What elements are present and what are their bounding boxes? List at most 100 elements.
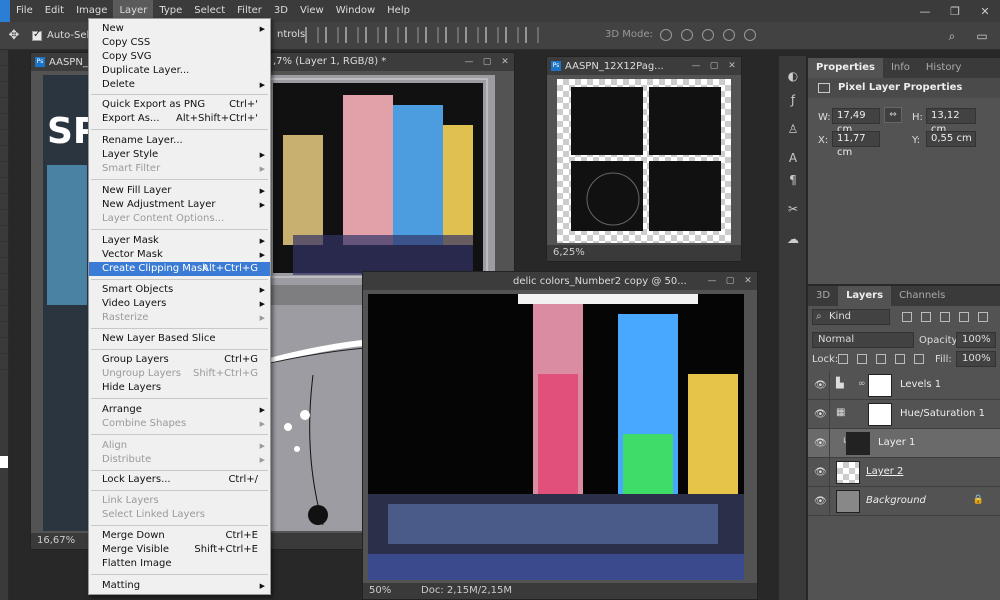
clone-source-icon[interactable]: ♙ [786, 122, 800, 136]
menu-edit[interactable]: Edit [39, 0, 70, 22]
filter-smart-object-icon[interactable] [978, 312, 988, 322]
menu-view[interactable]: View [294, 0, 330, 22]
menu-3d[interactable]: 3D [268, 0, 294, 22]
distribute-left-icon[interactable] [485, 27, 499, 43]
layer-row-layer-2[interactable]: 👁 Layer 2 [808, 458, 1000, 487]
eye-icon[interactable]: 👁 [814, 380, 827, 391]
layer-row-layer-1[interactable]: 👁 ↳ Layer 1 [808, 429, 1000, 458]
tool-zoom[interactable] [0, 354, 9, 370]
tool-quick-select[interactable] [0, 98, 9, 114]
doc-maximize-icon[interactable]: ▢ [478, 57, 496, 67]
tool-history-brush[interactable] [0, 194, 9, 210]
menu-item-merge-down[interactable]: Merge Down Ctrl+E [89, 529, 270, 543]
layer-name[interactable]: Layer 2 [866, 466, 903, 477]
tab-channels[interactable]: Channels [891, 286, 953, 306]
tool-pen[interactable] [0, 274, 9, 290]
tool-marquee[interactable] [0, 66, 9, 82]
menu-item-quick-export[interactable]: Quick Export as PNG Ctrl+' [89, 98, 270, 112]
fill-field[interactable]: 100% [956, 351, 996, 367]
layer-name[interactable]: Background [866, 495, 926, 506]
layer-name[interactable]: Layer 1 [878, 437, 915, 448]
distribute-bottom-icon[interactable] [465, 27, 479, 43]
filter-type-icon[interactable] [940, 312, 950, 322]
align-hcenter-icon[interactable] [385, 27, 399, 43]
search-icon[interactable]: ⌕ [942, 27, 962, 45]
filter-kind-select[interactable]: Kind [812, 309, 890, 325]
x-field[interactable]: 11,77 cm [832, 131, 880, 158]
menu-item-new-layer-based-slice[interactable]: New Layer Based Slice [89, 332, 270, 346]
menu-item-layer-mask[interactable]: Layer Mask ▶ [89, 234, 270, 248]
doc-close-icon[interactable]: ✕ [496, 57, 514, 67]
align-right-icon[interactable] [405, 27, 419, 43]
distribute-top-icon[interactable] [425, 27, 439, 43]
doc-close-icon[interactable]: ✕ [739, 276, 757, 286]
menu-item-hide-layers[interactable]: Hide Layers [89, 381, 270, 395]
tool-brush[interactable] [0, 162, 9, 178]
blend-mode-select[interactable]: Normal [812, 332, 914, 348]
doc-minimize-icon[interactable]: — [703, 276, 721, 286]
document-tab-pattern[interactable]: Ps AASPN_12X12Pag... — ▢ ✕ [547, 57, 741, 75]
menu-item-merge-visible[interactable]: Merge Visible Shift+Ctrl+E [89, 543, 270, 557]
menu-item-rename-layer[interactable]: Rename Layer... [89, 134, 270, 148]
height-field[interactable]: 13,12 cm [926, 108, 976, 135]
doc-maximize-icon[interactable]: ▢ [721, 276, 739, 286]
eye-icon[interactable]: 👁 [814, 438, 827, 449]
filter-shape-icon[interactable] [959, 312, 969, 322]
menu-item-vector-mask[interactable]: Vector Mask ▶ [89, 248, 270, 262]
menu-item-copy-svg[interactable]: Copy SVG [89, 50, 270, 64]
tool-type[interactable] [0, 290, 9, 306]
tool-gradient[interactable] [0, 226, 9, 242]
tool-crop[interactable] [0, 114, 9, 130]
menu-item-new-adjustment-layer[interactable]: New Adjustment Layer ▶ [89, 198, 270, 212]
foreground-color-swatch[interactable] [0, 456, 8, 468]
3d-slide-icon[interactable] [723, 29, 735, 41]
menu-file[interactable]: File [10, 0, 39, 22]
doc-minimize-icon[interactable]: — [687, 61, 705, 71]
move-tool-icon[interactable]: ✥ [0, 28, 28, 43]
tool-blur[interactable] [0, 242, 9, 258]
document-window-pattern[interactable]: Ps AASPN_12X12Pag... — ▢ ✕ 6,25% [546, 56, 742, 262]
layer-row-background[interactable]: 👁 Background 🔒 [808, 487, 1000, 516]
lock-all-icon[interactable] [914, 354, 924, 364]
tab-info[interactable]: Info [883, 58, 918, 78]
layer-row-hue-saturation[interactable]: 👁 ▦ Hue/Saturation 1 [808, 400, 1000, 429]
workspace-icon[interactable]: ▭ [972, 27, 992, 45]
align-vcenter-icon[interactable] [325, 27, 339, 43]
auto-select-checkbox[interactable] [32, 29, 42, 41]
photo-canvas[interactable] [368, 294, 744, 580]
menu-item-new[interactable]: New ▶ [89, 22, 270, 36]
menu-help[interactable]: Help [381, 0, 416, 22]
eye-icon[interactable]: 👁 [814, 409, 827, 420]
pattern-canvas[interactable] [557, 79, 731, 243]
menu-item-copy-css[interactable]: Copy CSS [89, 36, 270, 50]
document-window-photo[interactable]: delic colors_Number2 copy @ 50... — ▢ ✕ … [362, 271, 758, 600]
doc-close-icon[interactable]: ✕ [723, 61, 741, 71]
distribute-right-icon[interactable] [525, 27, 539, 43]
layer-mask-thumbnail[interactable] [868, 374, 892, 397]
libraries-icon[interactable]: ☁ [786, 232, 800, 246]
menu-item-matting[interactable]: Matting ▶ [89, 579, 270, 593]
menu-item-new-fill-layer[interactable]: New Fill Layer ▶ [89, 184, 270, 198]
filter-pixel-icon[interactable] [902, 312, 912, 322]
align-top-icon[interactable] [305, 27, 319, 43]
tool-eyedropper[interactable] [0, 130, 9, 146]
tab-properties[interactable]: Properties [808, 58, 883, 78]
menu-item-duplicate-layer[interactable]: Duplicate Layer... [89, 64, 270, 78]
menu-item-lock-layers[interactable]: Lock Layers... Ctrl+/ [89, 473, 270, 487]
layer-mask-thumbnail[interactable] [868, 403, 892, 426]
character-icon[interactable]: A [786, 151, 800, 165]
menu-item-video-layers[interactable]: Video Layers ▶ [89, 297, 270, 311]
menu-item-arrange[interactable]: Arrange ▶ [89, 403, 270, 417]
distribute-vcenter-icon[interactable] [445, 27, 459, 43]
lock-artboard-icon[interactable] [895, 354, 905, 364]
menu-window[interactable]: Window [330, 0, 381, 22]
tool-dodge[interactable] [0, 258, 9, 274]
tool-healing[interactable] [0, 146, 9, 162]
opacity-field[interactable]: 100% [956, 332, 996, 348]
layer-name[interactable]: Hue/Saturation 1 [900, 408, 985, 419]
link-dimensions-icon[interactable]: ⇔ [884, 107, 902, 123]
y-field[interactable]: 0,55 cm [926, 131, 976, 147]
layer-name[interactable]: Levels 1 [900, 379, 941, 390]
restore-icon[interactable]: ❐ [940, 0, 970, 22]
adjustments-icon[interactable]: ◐ [786, 69, 800, 83]
